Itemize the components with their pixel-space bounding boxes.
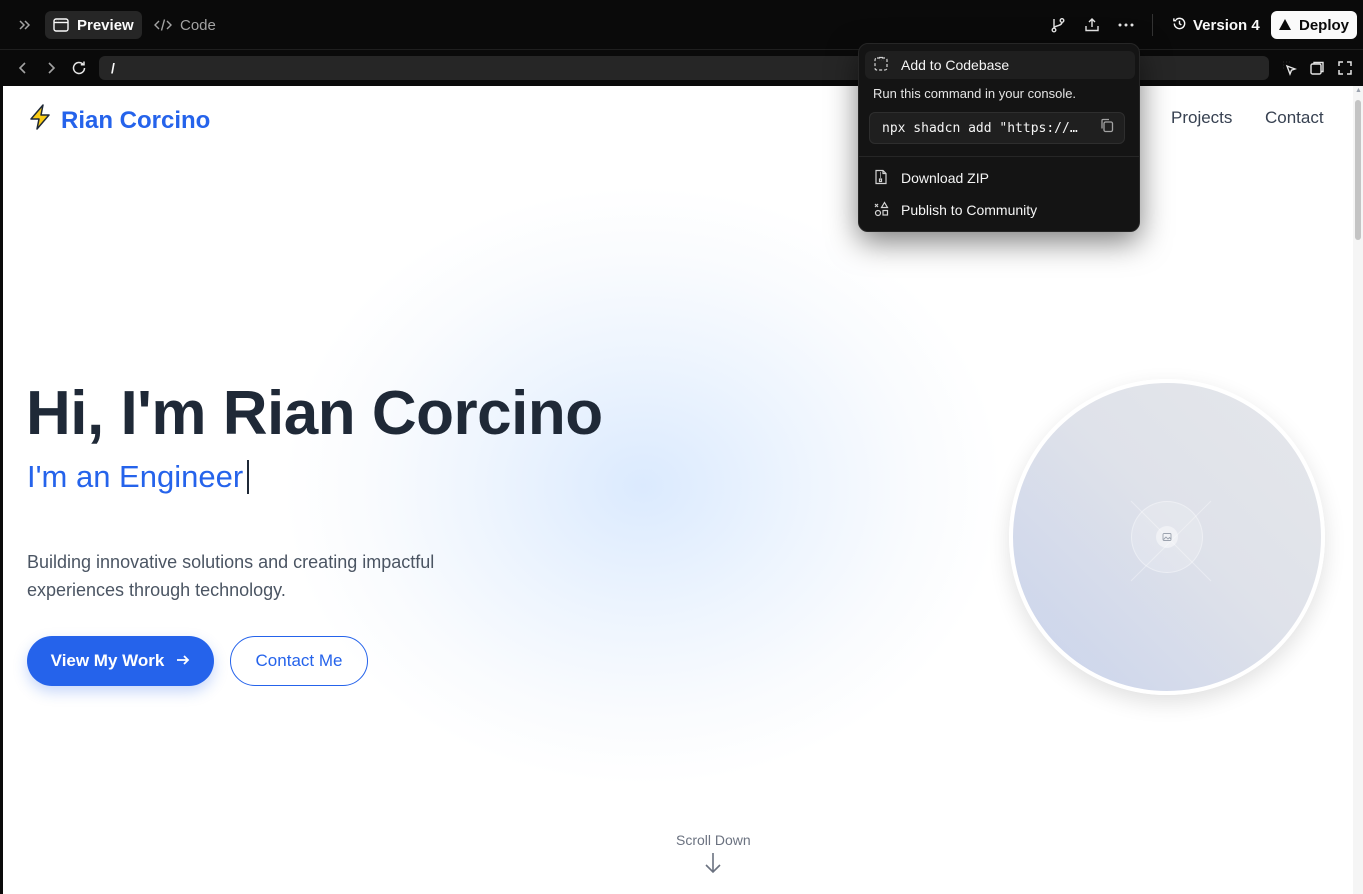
avatar bbox=[1009, 379, 1325, 695]
scroll-down-indicator[interactable]: Scroll Down bbox=[676, 832, 751, 877]
copy-icon[interactable] bbox=[1100, 118, 1114, 138]
community-icon bbox=[873, 200, 889, 220]
tab-code[interactable]: Code bbox=[146, 11, 224, 39]
image-placeholder-icon bbox=[1156, 526, 1178, 548]
refresh-icon[interactable] bbox=[69, 58, 89, 78]
browser-bar: / bbox=[0, 50, 1363, 86]
history-icon bbox=[1172, 16, 1187, 35]
tab-code-label: Code bbox=[180, 16, 216, 34]
preview-icon bbox=[53, 18, 69, 32]
hero-subtitle-text: I'm an Engineer bbox=[27, 459, 244, 494]
scrollbar[interactable]: ▲ bbox=[1353, 86, 1363, 894]
code-icon bbox=[154, 18, 172, 32]
command-box[interactable]: npx shadcn add "https://… bbox=[869, 112, 1125, 144]
fullscreen-icon[interactable] bbox=[1335, 58, 1355, 78]
top-toolbar: Preview Code Version 4 Deploy bbox=[0, 0, 1363, 50]
preview-viewport: Rian Corcino Projects Contact Hi, I'm Ri… bbox=[3, 86, 1363, 894]
scroll-up-arrow[interactable]: ▲ bbox=[1355, 87, 1362, 94]
open-new-window-icon[interactable] bbox=[1307, 58, 1327, 78]
more-icon[interactable] bbox=[1113, 12, 1139, 38]
hero-description: Building innovative solutions and creati… bbox=[27, 552, 435, 600]
select-element-icon[interactable] bbox=[1279, 58, 1299, 78]
view-my-work-label: View My Work bbox=[50, 651, 165, 670]
menu-command-caption: Run this command in your console. bbox=[873, 86, 1077, 101]
export-menu: Add to Codebase Run this command in your… bbox=[858, 43, 1140, 232]
back-icon[interactable] bbox=[13, 58, 33, 78]
menu-download-zip-label: Download ZIP bbox=[901, 170, 989, 186]
nav-contact[interactable]: Contact bbox=[1265, 108, 1324, 128]
version-label: Version 4 bbox=[1193, 16, 1260, 34]
typing-caret bbox=[247, 460, 250, 494]
view-my-work-button[interactable]: View My Work bbox=[27, 636, 214, 686]
scrollbar-thumb[interactable] bbox=[1355, 100, 1361, 240]
hero-subtitle: I'm an Engineer bbox=[27, 459, 250, 495]
branch-icon[interactable] bbox=[1045, 12, 1071, 38]
deploy-button[interactable]: Deploy bbox=[1271, 11, 1357, 39]
menu-publish-community-label: Publish to Community bbox=[901, 202, 1038, 218]
nav-projects[interactable]: Projects bbox=[1171, 108, 1232, 128]
toolbar-divider bbox=[1152, 14, 1153, 36]
arrow-right-icon bbox=[176, 651, 190, 671]
command-text: npx shadcn add "https://… bbox=[882, 120, 1078, 136]
tab-preview-label: Preview bbox=[77, 16, 134, 34]
contact-me-button[interactable]: Contact Me bbox=[230, 636, 368, 686]
scroll-down-label: Scroll Down bbox=[676, 832, 751, 848]
codebase-icon bbox=[873, 56, 889, 75]
menu-add-to-codebase-label: Add to Codebase bbox=[901, 57, 1010, 73]
arrow-down-icon bbox=[704, 852, 722, 877]
avatar-placeholder bbox=[1131, 501, 1203, 573]
menu-add-to-codebase[interactable]: Add to Codebase bbox=[865, 51, 1135, 79]
forward-icon[interactable] bbox=[41, 58, 61, 78]
menu-separator bbox=[859, 156, 1139, 157]
deploy-triangle-icon bbox=[1278, 17, 1291, 34]
site-brand[interactable]: Rian Corcino bbox=[27, 103, 210, 138]
tab-preview[interactable]: Preview bbox=[45, 11, 142, 39]
version-button[interactable]: Version 4 bbox=[1172, 11, 1260, 39]
site-brand-label: Rian Corcino bbox=[61, 106, 211, 134]
lightning-icon bbox=[27, 103, 55, 138]
hero-title: Hi, I'm Rian Corcino bbox=[26, 379, 603, 448]
menu-publish-community[interactable]: Publish to Community bbox=[865, 196, 1135, 224]
sidebar-toggle-icon[interactable] bbox=[12, 12, 38, 38]
deploy-label: Deploy bbox=[1298, 16, 1349, 34]
menu-download-zip[interactable]: Download ZIP bbox=[865, 164, 1135, 192]
share-icon[interactable] bbox=[1079, 12, 1105, 38]
file-zip-icon bbox=[873, 169, 889, 188]
